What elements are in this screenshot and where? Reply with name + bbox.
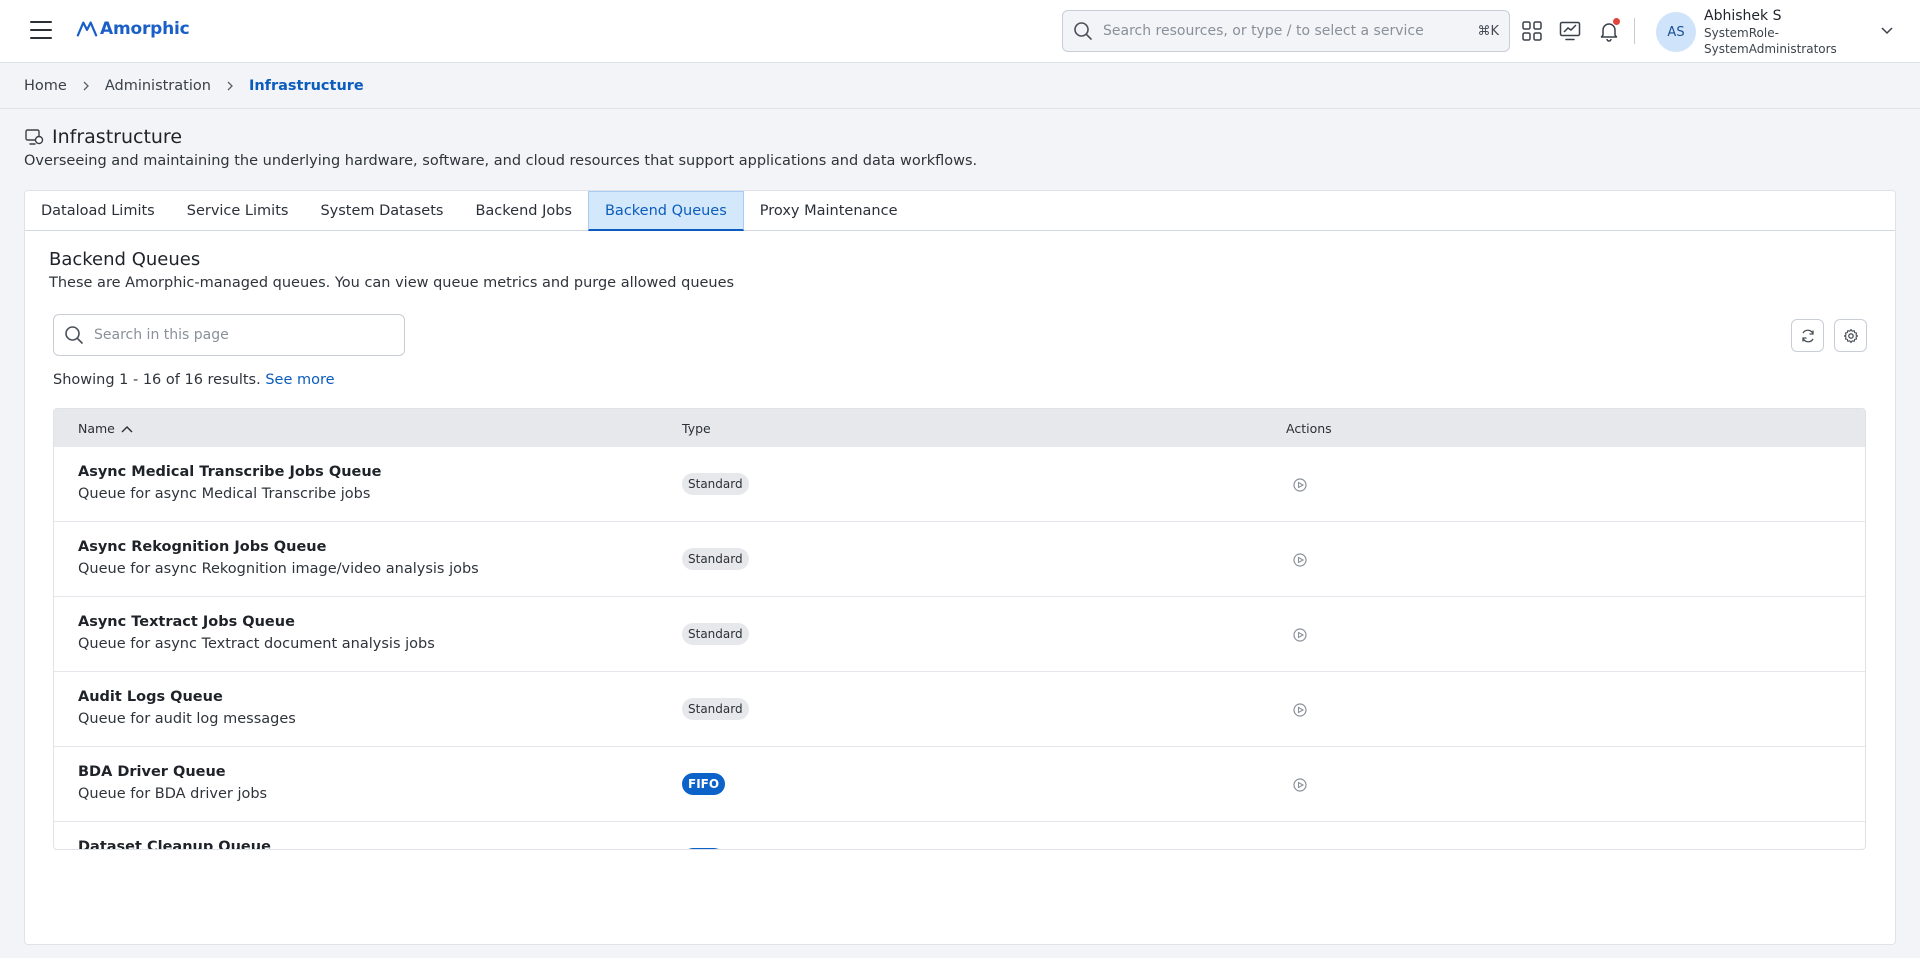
column-label: Actions	[1286, 421, 1332, 436]
page-title: Infrastructure	[52, 126, 183, 148]
view-metrics-icon[interactable]	[1292, 477, 1308, 493]
global-search[interactable]: ⌘K	[1062, 10, 1510, 52]
results-count: Showing 1 - 16 of 16 results.	[53, 372, 261, 388]
page-search-input[interactable]	[94, 327, 394, 343]
section-description: These are Amorphic-managed queues. You c…	[49, 275, 735, 291]
queue-description: Queue for async Rekognition image/video …	[78, 561, 479, 577]
queue-name[interactable]: Audit Logs Queue	[78, 689, 223, 705]
tab-backend-queues[interactable]: Backend Queues	[587, 191, 744, 231]
table-row[interactable]: Async Medical Transcribe Jobs Queue Queu…	[54, 447, 1865, 522]
type-badge: Standard	[682, 548, 749, 570]
table-row[interactable]: Async Textract Jobs Queue Queue for asyn…	[54, 597, 1865, 672]
table-row[interactable]: BDA Driver Queue Queue for BDA driver jo…	[54, 747, 1865, 822]
page-search[interactable]	[53, 314, 405, 356]
queue-name[interactable]: Async Medical Transcribe Jobs Queue	[78, 464, 382, 480]
see-more-link[interactable]: See more	[265, 372, 334, 388]
infrastructure-icon	[25, 129, 44, 145]
page-description: Overseeing and maintaining the underlyin…	[24, 153, 978, 169]
tab-bar: Dataload Limits Service Limits System Da…	[25, 191, 1895, 231]
queues-table: Name Type Actions Async Medical Transcri…	[53, 408, 1866, 850]
tab-backend-jobs[interactable]: Backend Jobs	[459, 191, 588, 230]
search-shortcut: ⌘K	[1477, 23, 1499, 39]
amorphic-logo-icon	[76, 21, 98, 37]
queue-description: Queue for BDA driver jobs	[78, 786, 268, 802]
queue-name[interactable]: BDA Driver Queue	[78, 764, 226, 780]
queue-name[interactable]: Async Textract Jobs Queue	[78, 614, 295, 630]
chevron-right-icon	[227, 81, 233, 91]
queue-name[interactable]: Async Rekognition Jobs Queue	[78, 539, 326, 555]
queue-description: Queue for async Medical Transcribe jobs	[78, 486, 371, 502]
search-icon	[65, 326, 83, 344]
apps-grid-icon[interactable]	[1521, 20, 1543, 42]
type-badge: Standard	[682, 623, 749, 645]
menu-icon[interactable]	[30, 21, 52, 39]
brand-logo[interactable]: Amorphic	[76, 18, 190, 40]
table-row[interactable]: Dataset Cleanup Queue FIFO	[54, 822, 1865, 849]
results-summary: Showing 1 - 16 of 16 results. See more	[53, 372, 335, 388]
queue-name[interactable]: Dataset Cleanup Queue	[78, 839, 271, 849]
column-label: Type	[682, 421, 711, 436]
table-header: Name Type Actions	[54, 409, 1865, 447]
top-bar: Amorphic ⌘K AS Abhishek S SystemRole-Sys…	[0, 0, 1920, 63]
breadcrumb-current: Infrastructure	[248, 78, 364, 94]
type-badge: Standard	[682, 473, 749, 495]
queue-description: Queue for async Textract document analys…	[78, 636, 435, 652]
column-header-type: Type	[682, 421, 711, 436]
notification-dot	[1613, 18, 1620, 25]
search-icon	[1074, 22, 1092, 40]
tab-system-datasets[interactable]: System Datasets	[304, 191, 459, 230]
type-badge: FIFO	[682, 773, 726, 795]
sort-ascending-icon	[121, 425, 133, 432]
type-badge: FIFO	[682, 848, 726, 849]
user-name: Abhishek S	[1704, 8, 1782, 24]
view-metrics-icon[interactable]	[1292, 627, 1308, 643]
queue-description: Queue for audit log messages	[78, 711, 296, 727]
settings-button[interactable]	[1834, 319, 1867, 352]
monitor-chart-icon[interactable]	[1559, 20, 1581, 42]
refresh-icon	[1801, 329, 1814, 342]
tab-proxy-maintenance[interactable]: Proxy Maintenance	[744, 191, 914, 230]
content-card: Dataload Limits Service Limits System Da…	[24, 190, 1896, 945]
column-header-name[interactable]: Name	[78, 421, 133, 436]
chevron-right-icon	[83, 81, 89, 91]
avatar[interactable]: AS	[1656, 12, 1696, 52]
view-metrics-icon[interactable]	[1292, 777, 1308, 793]
tab-dataload-limits[interactable]: Dataload Limits	[25, 191, 171, 230]
table-row[interactable]: Audit Logs Queue Queue for audit log mes…	[54, 672, 1865, 747]
table-row[interactable]: Async Rekognition Jobs Queue Queue for a…	[54, 522, 1865, 597]
section-title: Backend Queues	[49, 249, 201, 270]
page-header: Infrastructure	[24, 126, 182, 148]
column-header-actions: Actions	[1286, 421, 1332, 436]
chevron-down-icon[interactable]	[1880, 26, 1894, 36]
refresh-button[interactable]	[1791, 319, 1824, 352]
view-metrics-icon[interactable]	[1292, 702, 1308, 718]
user-role: SystemRole-SystemAdministrators	[1704, 26, 1837, 56]
table-body: Async Medical Transcribe Jobs Queue Queu…	[54, 447, 1865, 849]
notifications-button[interactable]	[1598, 18, 1620, 42]
view-metrics-icon[interactable]	[1292, 552, 1308, 568]
gear-icon	[1843, 328, 1858, 343]
breadcrumb-administration[interactable]: Administration	[105, 78, 211, 94]
user-info[interactable]: Abhishek S SystemRole-SystemAdministrato…	[1704, 7, 1864, 57]
breadcrumb-home[interactable]: Home	[24, 78, 67, 94]
global-search-input[interactable]	[1103, 23, 1478, 39]
column-label: Name	[78, 421, 115, 436]
type-badge: Standard	[682, 698, 749, 720]
tab-service-limits[interactable]: Service Limits	[171, 191, 305, 230]
divider	[1634, 18, 1635, 44]
brand-name: Amorphic	[100, 19, 190, 39]
breadcrumb: Home Administration Infrastructure	[0, 64, 1920, 109]
